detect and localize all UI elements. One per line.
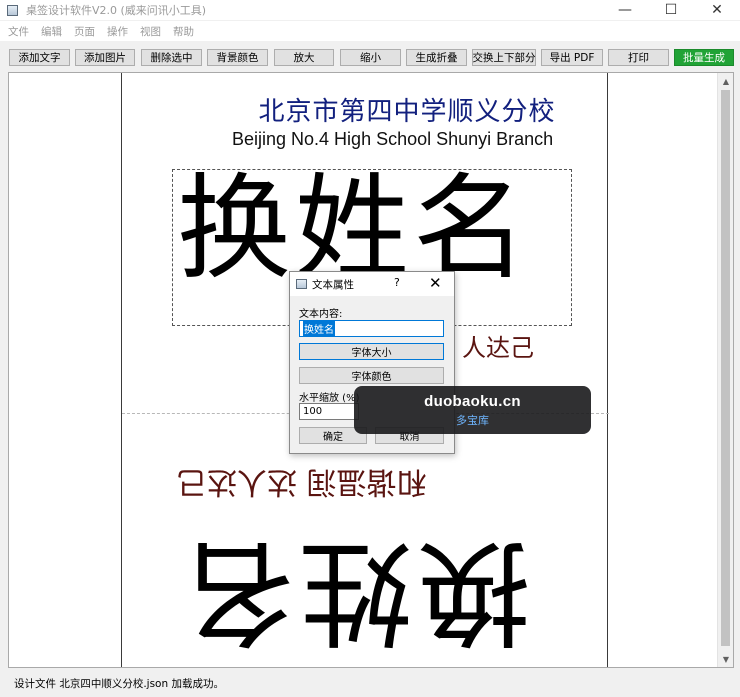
scroll-down-arrow-icon[interactable]: ▼ <box>718 651 733 667</box>
content-label: 文本内容: <box>299 309 343 320</box>
watermark-domain: duobaoku.cn <box>424 392 521 410</box>
close-button[interactable]: ✕ <box>694 0 740 20</box>
export-pdf-button[interactable]: 导出 PDF <box>541 49 603 66</box>
title-bar: 桌签设计软件V2.0 (威来问讯小工具) — ☐ ✕ <box>0 0 740 20</box>
dialog-app-icon <box>296 279 307 289</box>
scroll-thumb[interactable] <box>721 90 730 646</box>
menu-operate[interactable]: 操作 <box>101 24 134 39</box>
school-name-cn[interactable]: 北京市第四中学顺义分校 <box>122 91 692 128</box>
maximize-button[interactable]: ☐ <box>648 0 694 20</box>
add-text-button[interactable]: 添加文字 <box>9 49 70 66</box>
batch-generate-button[interactable]: 批量生成 <box>674 49 734 66</box>
zoom-out-button[interactable]: 缩小 <box>340 49 401 66</box>
window-title: 桌签设计软件V2.0 (威来问讯小工具) <box>26 4 207 17</box>
watermark-badge: duobaoku.cn 多宝库 <box>354 386 591 434</box>
font-size-button[interactable]: 字体大小 <box>299 343 444 360</box>
dialog-title-bar: 文本属性 ? ✕ <box>290 272 454 296</box>
zoom-in-button[interactable]: 放大 <box>274 49 334 66</box>
vertical-scrollbar[interactable]: ▲ ▼ <box>717 73 733 667</box>
menu-bar: 文件 编辑 页面 操作 视图 帮助 <box>0 21 740 41</box>
add-image-button[interactable]: 添加图片 <box>75 49 135 66</box>
horizontal-scale-input[interactable]: 100 <box>299 403 359 420</box>
text-content-input[interactable]: 换姓名 <box>299 320 444 337</box>
menu-help[interactable]: 帮助 <box>167 24 200 39</box>
menu-edit[interactable]: 编辑 <box>35 24 68 39</box>
print-button[interactable]: 打印 <box>608 49 669 66</box>
menu-view[interactable]: 视图 <box>134 24 167 39</box>
swap-halves-button[interactable]: 交换上下部分 <box>472 49 536 66</box>
motto-text[interactable]: 人达己 <box>462 328 534 363</box>
motto-text-flipped[interactable]: 和谐温润 达人达己 <box>177 463 427 507</box>
selected-text: 换姓名 <box>303 321 335 336</box>
dialog-title: 文本属性 <box>312 278 354 291</box>
font-color-button[interactable]: 字体颜色 <box>299 367 444 384</box>
window-controls: — ☐ ✕ <box>602 0 740 20</box>
dialog-close-icon[interactable]: ✕ <box>429 274 442 292</box>
status-message: 设计文件 北京四中顺义分校.json 加载成功。 <box>14 678 224 690</box>
school-name-en[interactable]: Beijing No.4 High School Shunyi Branch <box>232 129 553 150</box>
status-bar: 设计文件 北京四中顺义分校.json 加载成功。 <box>0 670 740 697</box>
generate-fold-button[interactable]: 生成折叠 <box>406 49 467 66</box>
name-text-flipped[interactable]: 换姓名 <box>177 525 531 658</box>
background-color-button[interactable]: 背景颜色 <box>207 49 268 66</box>
scroll-up-arrow-icon[interactable]: ▲ <box>718 73 733 89</box>
minimize-button[interactable]: — <box>602 0 648 20</box>
delete-selected-button[interactable]: 删除选中 <box>141 49 202 66</box>
menu-page[interactable]: 页面 <box>68 24 101 39</box>
toolbar: 添加文字 添加图片 删除选中 背景颜色 放大 缩小 生成折叠 交换上下部分 导出… <box>0 44 740 72</box>
menu-file[interactable]: 文件 <box>2 24 35 39</box>
app-icon <box>7 4 18 16</box>
help-icon[interactable]: ? <box>394 276 400 289</box>
horizontal-scale-label: 水平缩放 (%) <box>299 393 360 404</box>
watermark-name: 多宝库 <box>456 413 489 427</box>
